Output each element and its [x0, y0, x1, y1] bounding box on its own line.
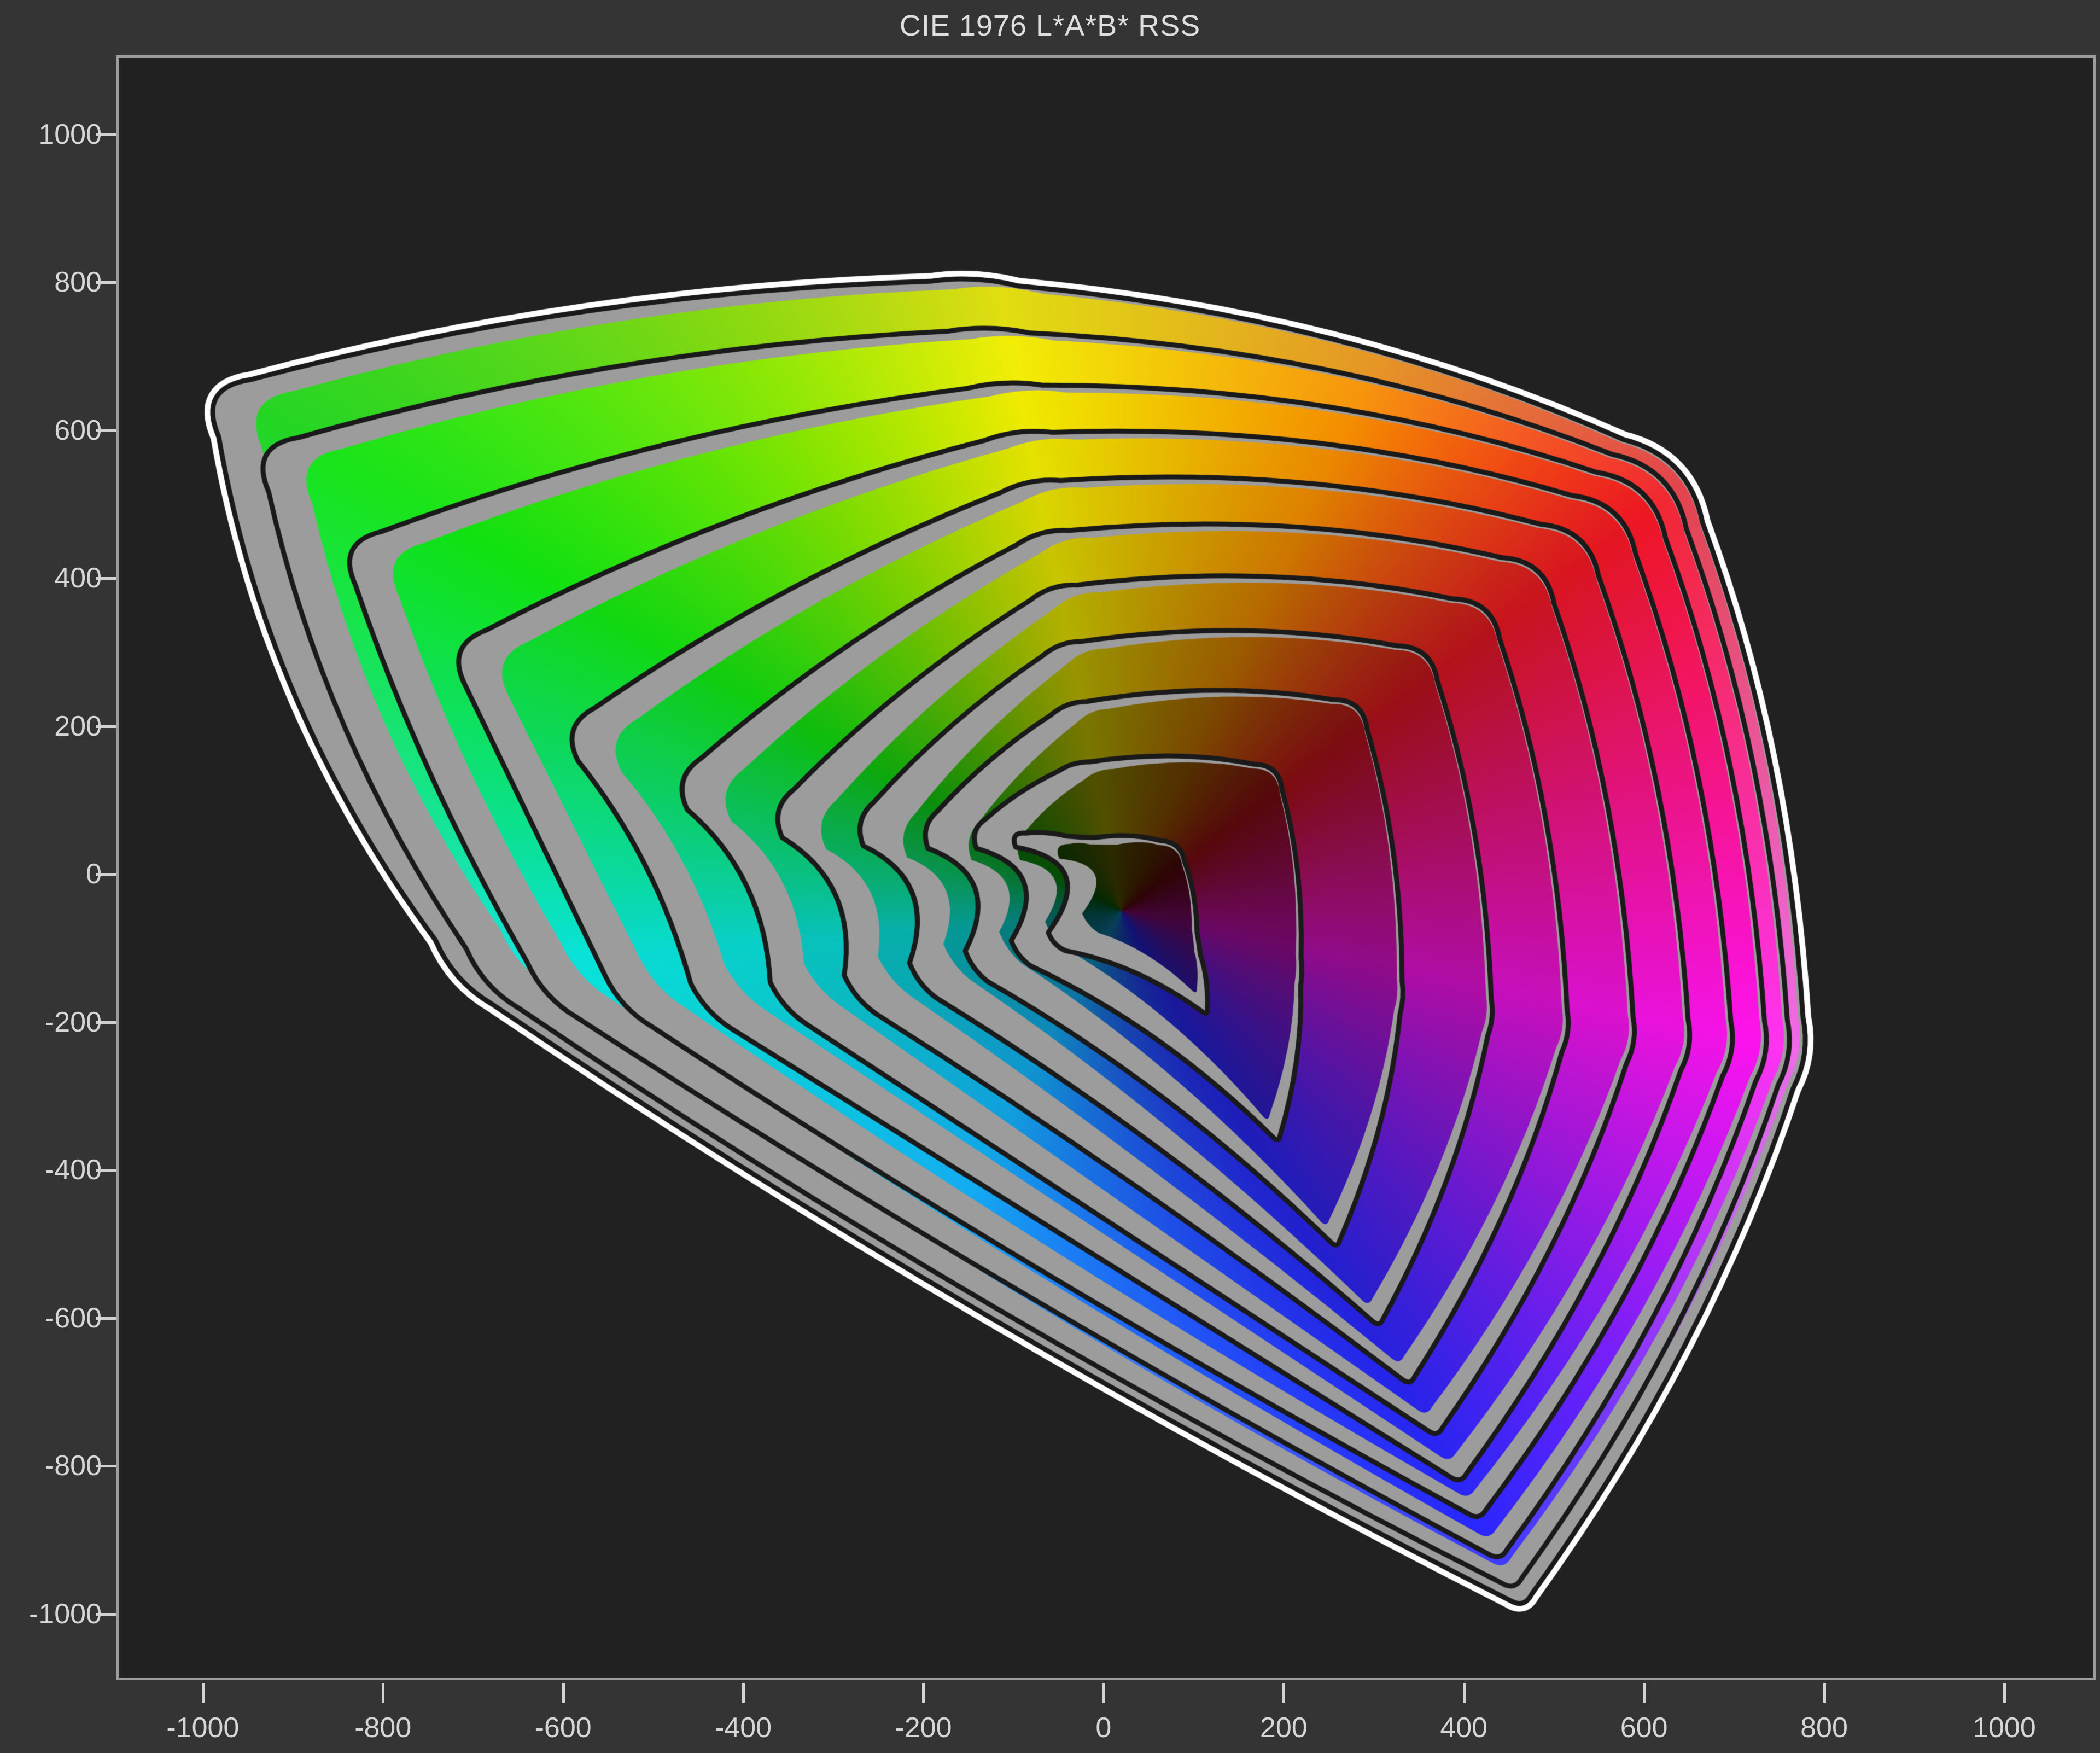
x-tick-label: -800: [354, 1711, 411, 1744]
y-tick-label: -800: [0, 1449, 102, 1482]
y-tick-label: 0: [0, 858, 102, 890]
y-tick-label: -1000: [0, 1598, 102, 1630]
x-tick-mark: [382, 1683, 384, 1703]
x-tick-mark: [2003, 1683, 2006, 1703]
x-tick-mark: [1463, 1683, 1466, 1703]
x-tick-label: 400: [1440, 1711, 1488, 1744]
y-tick-label: 600: [0, 414, 102, 447]
x-tick-label: -200: [895, 1711, 952, 1744]
x-tick-label: 800: [1800, 1711, 1848, 1744]
x-tick-mark: [202, 1683, 205, 1703]
x-tick-mark: [1643, 1683, 1646, 1703]
y-tick-label: 1000: [0, 118, 102, 151]
x-tick-mark: [1102, 1683, 1105, 1703]
x-tick-mark: [742, 1683, 745, 1703]
x-tick-label: 1000: [1973, 1711, 2036, 1744]
y-tick-label: -400: [0, 1154, 102, 1186]
x-tick-mark: [1282, 1683, 1285, 1703]
x-tick-label: -1000: [166, 1711, 239, 1744]
plot-area: [116, 55, 2096, 1680]
figure: CIE 1976 L*A*B* RSS -1000 -800 -600 -400 -20…: [0, 0, 2100, 1753]
y-tick-label: 800: [0, 266, 102, 299]
x-tick-label: 200: [1260, 1711, 1308, 1744]
x-tick-mark: [922, 1683, 925, 1703]
y-tick-label: -600: [0, 1302, 102, 1335]
chart-title: CIE 1976 L*A*B* RSS: [0, 9, 2100, 43]
x-tick-mark: [562, 1683, 565, 1703]
y-tick-label: 400: [0, 562, 102, 595]
x-tick-label: -600: [535, 1711, 592, 1744]
y-tick-label: 200: [0, 710, 102, 743]
x-tick-label: 600: [1620, 1711, 1668, 1744]
x-tick-label: 0: [1095, 1711, 1111, 1744]
x-tick-mark: [1823, 1683, 1826, 1703]
y-tick-label: -200: [0, 1006, 102, 1039]
gamut-canvas: [119, 58, 2093, 1678]
x-tick-label: -400: [715, 1711, 772, 1744]
